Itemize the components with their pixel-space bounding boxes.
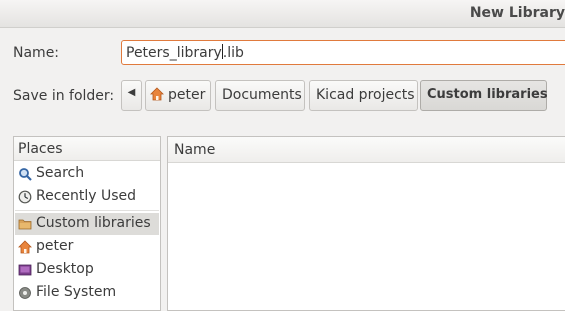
path-crumb-documents[interactable]: Documents	[215, 80, 305, 111]
place-search-label: Search	[36, 165, 85, 181]
places-divider	[15, 210, 159, 211]
place-file-system[interactable]: File System	[15, 282, 159, 304]
column-header-name-label: Name	[174, 142, 216, 158]
home-icon	[18, 240, 32, 254]
place-custom-libraries[interactable]: Custom libraries	[15, 213, 159, 235]
title-bar: New Library	[0, 0, 565, 28]
desktop-icon	[18, 264, 32, 276]
column-header-name[interactable]: Name	[168, 137, 565, 163]
places-panel: Places Search Recently Used Custom libra…	[13, 136, 161, 311]
path-crumb-custom-libraries-label: Custom libraries	[427, 87, 548, 102]
place-recently-used-label: Recently Used	[36, 188, 137, 204]
save-in-folder-label: Save in folder:	[13, 88, 115, 104]
file-list-panel: Name	[167, 136, 565, 311]
place-recently-used[interactable]: Recently Used	[15, 186, 159, 208]
clock-icon	[18, 190, 32, 204]
place-desktop-label: Desktop	[36, 261, 94, 277]
places-header: Places	[14, 137, 160, 161]
path-crumb-kicad-projects[interactable]: Kicad projects	[309, 80, 418, 111]
places-header-label: Places	[18, 141, 63, 157]
place-search[interactable]: Search	[15, 163, 159, 185]
path-crumb-peter[interactable]: peter	[145, 80, 211, 111]
path-crumb-kicad-projects-label: Kicad projects	[316, 87, 415, 103]
path-crumb-peter-label: peter	[168, 87, 206, 103]
magnifier-icon	[19, 168, 32, 181]
place-desktop[interactable]: Desktop	[15, 259, 159, 281]
path-crumb-documents-label: Documents	[222, 87, 302, 103]
path-crumb-custom-libraries[interactable]: Custom libraries	[420, 80, 548, 111]
window-title: New Library	[469, 5, 565, 21]
place-peter[interactable]: peter	[15, 236, 159, 258]
home-icon	[150, 87, 164, 101]
chevron-left-icon: ◀	[127, 87, 136, 98]
place-custom-libraries-label: Custom libraries	[36, 215, 151, 231]
filename-text-before-cursor: Peters_library	[126, 45, 222, 61]
folder-icon	[18, 219, 32, 230]
filename-text-after-cursor: .lib	[222, 45, 244, 61]
path-back-button[interactable]: ◀	[121, 80, 142, 111]
name-label: Name:	[13, 45, 60, 61]
place-file-system-label: File System	[36, 284, 117, 300]
place-peter-label: peter	[36, 238, 74, 254]
filename-input[interactable]: Peters_library.lib	[121, 40, 565, 65]
drive-icon	[19, 287, 31, 299]
